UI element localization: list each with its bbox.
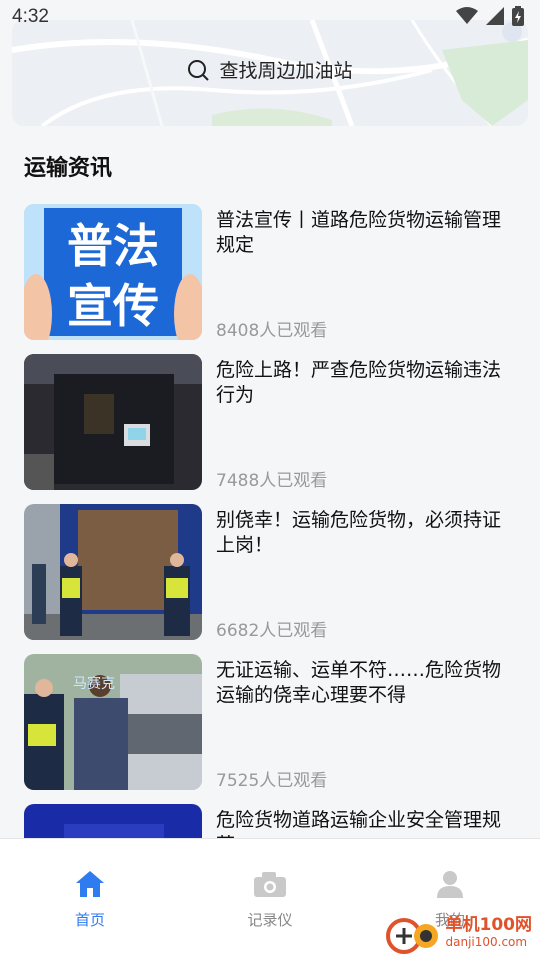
news-title: 别侥幸！运输危险货物，必须持证上岗！ xyxy=(216,509,502,556)
status-time: 4:32 xyxy=(12,6,49,27)
camera-icon xyxy=(254,872,286,897)
news-thumbnail: 普法 宣传 xyxy=(24,204,202,340)
search-bar[interactable]: 查找周边加油站 xyxy=(0,56,540,83)
thumb-caption: 马赛克 xyxy=(73,676,115,692)
battery-icon xyxy=(512,6,524,26)
watermark-logo-icon xyxy=(385,918,438,954)
signal-icon xyxy=(486,7,504,25)
news-item[interactable]: 普法 宣传 普法宣传丨道路危险货物运输管理规定 8408人已观看 xyxy=(0,204,540,354)
watermark-main: 单机100网 xyxy=(445,915,533,935)
section-title: 运输资讯 xyxy=(24,156,113,181)
tab-label: 首页 xyxy=(74,911,105,929)
thumb-text-1: 普法 xyxy=(67,219,159,273)
news-views: 8408人已观看 xyxy=(216,321,328,341)
news-item[interactable]: 危险上路！严查危险货物运输违法行为 7488人已观看 xyxy=(0,354,540,504)
wifi-icon xyxy=(456,7,478,24)
status-icons xyxy=(456,6,524,26)
home-icon xyxy=(76,871,104,897)
news-views: 7525人已观看 xyxy=(216,771,328,791)
search-icon xyxy=(188,59,210,81)
user-icon xyxy=(437,871,463,898)
news-title: 普法宣传丨道路危险货物运输管理规定 xyxy=(216,209,502,256)
news-thumbnail: 马赛克 xyxy=(24,654,202,790)
news-item[interactable]: 马赛克 无证运输、运单不符……危险货物运输的侥幸心理要不得 7525人已观看 xyxy=(0,654,540,804)
status-bar: 4:32 xyxy=(0,0,540,34)
watermark: 单机100网 danji100.com xyxy=(385,912,533,956)
watermark-sub: danji100.com xyxy=(445,935,528,949)
tab-recorder[interactable]: 记录仪 xyxy=(210,869,330,930)
news-views: 7488人已观看 xyxy=(216,471,328,491)
thumb-text-2: 宣传 xyxy=(67,279,159,333)
news-views: 6682人已观看 xyxy=(216,621,328,641)
news-thumbnail xyxy=(24,354,202,490)
news-title: 无证运输、运单不符……危险货物运输的侥幸心理要不得 xyxy=(216,659,502,706)
tab-home[interactable]: 首页 xyxy=(30,869,150,930)
search-label: 查找周边加油站 xyxy=(219,60,353,82)
tab-label: 记录仪 xyxy=(247,911,293,929)
news-item[interactable]: 别侥幸！运输危险货物，必须持证上岗！ 6682人已观看 xyxy=(0,504,540,654)
news-thumbnail xyxy=(24,504,202,640)
news-title: 危险上路！严查危险货物运输违法行为 xyxy=(216,359,502,406)
